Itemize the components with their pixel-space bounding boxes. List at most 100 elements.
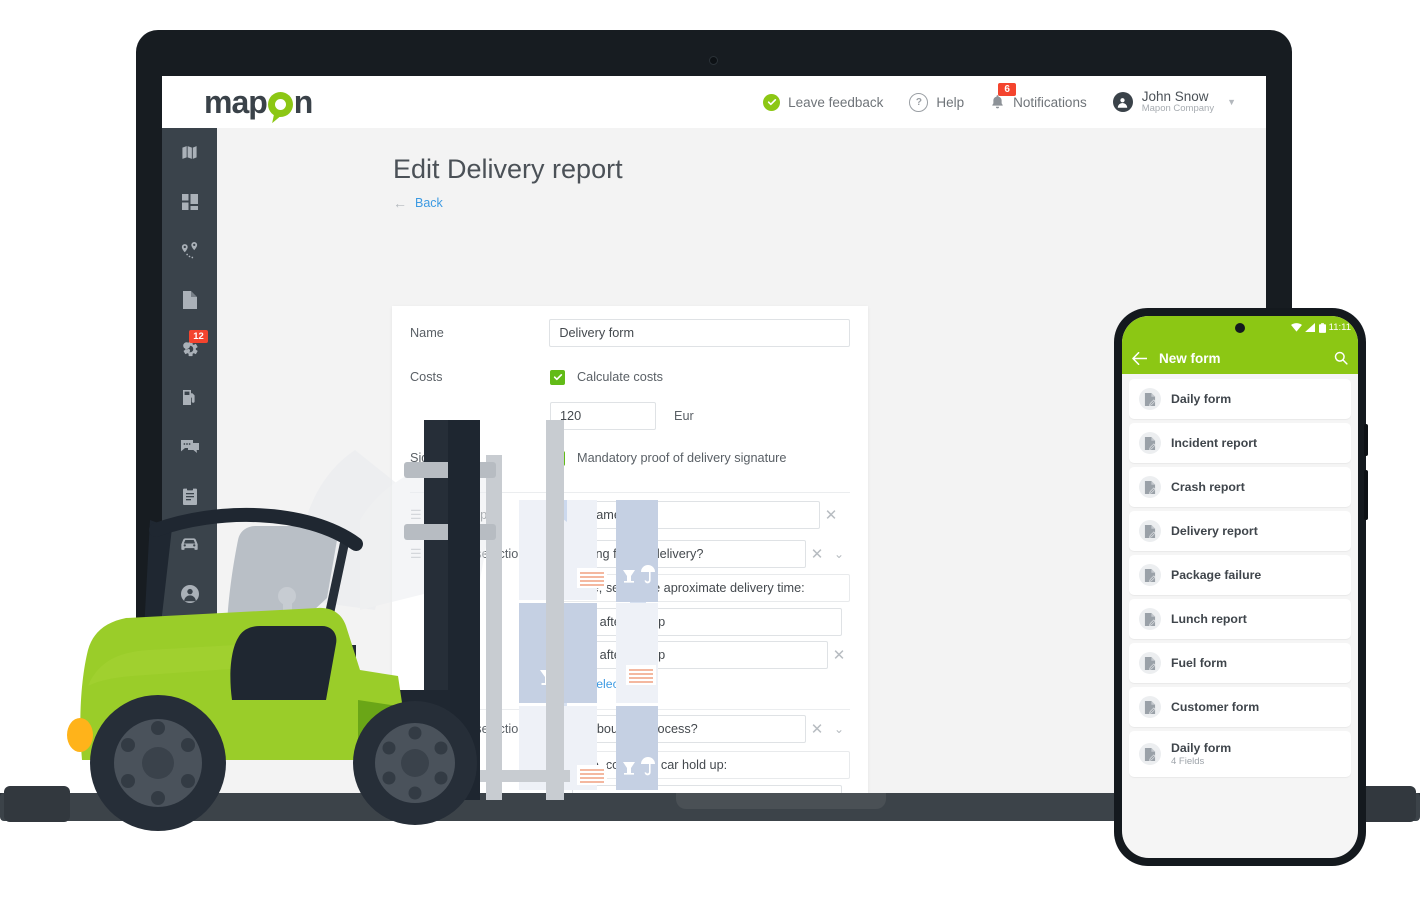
- list-item[interactable]: Customer form: [1129, 687, 1351, 727]
- page-title: Edit Delivery report: [393, 154, 623, 184]
- form-row-signature: Signature Mandatory proof of delivery si…: [392, 438, 868, 478]
- option-number: 2: [550, 647, 557, 662]
- list-item-title: Delivery report: [1171, 524, 1258, 538]
- option-input[interactable]: 2h after pickup: [572, 640, 828, 669]
- question-type-1: Simple input: [428, 508, 498, 522]
- phone-form-list: Daily form Incident report Crash report …: [1122, 374, 1358, 777]
- sidebar-item-archive[interactable]: [162, 667, 217, 716]
- sidebar-item-documents[interactable]: [162, 275, 217, 324]
- wifi-icon: [1290, 323, 1302, 332]
- remove-question-2-icon[interactable]: ✕: [806, 545, 828, 563]
- question-input-3[interactable]: What about the process?: [546, 715, 806, 743]
- calculate-costs-label: Calculate costs: [577, 370, 664, 384]
- sidebar-item-forms[interactable]: [162, 618, 217, 667]
- leave-feedback-button[interactable]: Leave feedback: [763, 93, 884, 111]
- list-item[interactable]: Crash report: [1129, 467, 1351, 507]
- logo-bubble-icon: [267, 92, 293, 117]
- list-item[interactable]: Daily form: [1129, 379, 1351, 419]
- form-row-cost-value: 120 Eur: [392, 394, 868, 438]
- phone-appbar-title: New form: [1159, 350, 1221, 366]
- list-item[interactable]: Incident report: [1129, 423, 1351, 463]
- arrow-left-icon: ←: [393, 195, 407, 211]
- notifications-button[interactable]: 6 Notifications: [990, 83, 1087, 110]
- search-icon[interactable]: [1334, 351, 1348, 365]
- question-2-hint-input[interactable]: Please, select the aproximate delivery t…: [550, 574, 850, 602]
- option-number: 1: [550, 614, 557, 629]
- user-menu[interactable]: John Snow Mapon Company ▼: [1112, 88, 1236, 115]
- arrow-left-icon[interactable]: [1132, 351, 1147, 365]
- sidebar-item-maintenance[interactable]: 12: [162, 324, 217, 373]
- question-3-hint-input[interactable]: Please, could the car hold up:: [550, 751, 850, 779]
- question-input-1[interactable]: Your name: [550, 501, 820, 529]
- list-item[interactable]: Delivery report: [1129, 511, 1351, 551]
- form-document-icon: [1139, 520, 1161, 542]
- question-2-add-selection[interactable]: + Add selection: [392, 671, 868, 697]
- sidebar-item-reports[interactable]: [162, 716, 217, 765]
- name-input[interactable]: Delivery form: [549, 319, 850, 347]
- sidebar-badge-maintenance: 12: [189, 330, 208, 343]
- remove-question-3-icon[interactable]: ✕: [806, 720, 828, 738]
- mapon-logo[interactable]: map n: [204, 84, 314, 120]
- sidebar-item-vehicles[interactable]: [162, 520, 217, 569]
- list-item-title: Daily form: [1171, 392, 1232, 406]
- list-item[interactable]: Package failure: [1129, 555, 1351, 595]
- phone-power-button[interactable]: [1364, 470, 1368, 520]
- form-document-icon: [1139, 608, 1161, 630]
- leave-feedback-label: Leave feedback: [788, 94, 884, 110]
- sidebar-item-messages[interactable]: [162, 422, 217, 471]
- signature-label: Signature: [410, 451, 465, 465]
- option-input[interactable]: 1h after pickup: [572, 607, 842, 636]
- signature-checkbox[interactable]: [550, 450, 565, 466]
- chevron-down-icon[interactable]: ⌄: [828, 722, 850, 736]
- question-2-option-2: 2 2h after pickup ✕: [392, 638, 868, 671]
- sidebar-item-tasks[interactable]: [162, 471, 217, 520]
- drag-handle-icon[interactable]: ☰: [410, 546, 428, 562]
- notifications-badge: 6: [998, 83, 1017, 96]
- question-2-option-1: 1 1h after pickup: [392, 605, 868, 638]
- remove-question-1-icon[interactable]: ✕: [820, 506, 842, 524]
- laptop-camera-icon: [709, 56, 718, 65]
- question-type-2: Multiple selection: [428, 547, 526, 561]
- sidebar-item-map[interactable]: [162, 128, 217, 177]
- back-link[interactable]: ← Back: [393, 195, 443, 211]
- form-row-name: Name Delivery form: [392, 306, 868, 360]
- status-icons: 11:11: [1290, 322, 1351, 333]
- phone-app-bar: New form: [1122, 342, 1358, 374]
- chevron-down-icon[interactable]: ▼: [1227, 97, 1236, 107]
- back-label: Back: [415, 196, 443, 210]
- sidebar-item-dashboard[interactable]: [162, 177, 217, 226]
- help-button[interactable]: ? Help: [909, 92, 964, 112]
- drag-handle-icon[interactable]: ☰: [410, 507, 428, 523]
- calculate-costs-checkbox[interactable]: [550, 369, 565, 385]
- edit-form-card: Name Delivery form Costs Calculate costs: [392, 306, 868, 796]
- list-item[interactable]: Fuel form: [1129, 643, 1351, 683]
- logo-text-right: n: [293, 84, 314, 120]
- logo-text-left: map: [204, 84, 268, 120]
- phone-status-bar: 11:11: [1122, 316, 1358, 342]
- list-item[interactable]: Daily form 4 Fields: [1129, 731, 1351, 777]
- app-header: map n Leave feedback ? Help 6 Notificati…: [162, 76, 1266, 128]
- sidebar-item-routes[interactable]: [162, 226, 217, 275]
- chevron-down-icon[interactable]: ⌄: [828, 547, 850, 561]
- check-circle-icon: [763, 93, 781, 111]
- drag-handle-icon[interactable]: ☰: [410, 721, 428, 737]
- form-document-icon: [1139, 743, 1161, 765]
- phone-screen: 11:11 New form Daily form Incident repor…: [1122, 316, 1358, 858]
- sidebar-item-drivers[interactable]: [162, 569, 217, 618]
- phone-camera-icon: [1235, 323, 1245, 333]
- question-row-1: ☰ Simple input Your name ✕: [392, 493, 868, 537]
- user-name: John Snow: [1141, 88, 1209, 104]
- form-row-costs: Costs Calculate costs: [392, 360, 868, 394]
- add-selection-label: Add selection: [564, 677, 639, 691]
- remove-option-icon[interactable]: ✕: [828, 646, 850, 664]
- list-item[interactable]: Lunch report: [1129, 599, 1351, 639]
- phone-volume-button[interactable]: [1364, 424, 1368, 456]
- question-input-2[interactable]: How long for the delivery?: [546, 540, 806, 568]
- list-item-title: Lunch report: [1171, 612, 1247, 626]
- laptop-base-notch: [676, 793, 886, 809]
- question-type-3: Multiple selection: [428, 722, 526, 736]
- sidebar-item-fuel[interactable]: [162, 373, 217, 422]
- bell-icon: 6: [990, 83, 1017, 110]
- cost-input[interactable]: 120: [550, 402, 656, 430]
- list-item-title: Package failure: [1171, 568, 1262, 582]
